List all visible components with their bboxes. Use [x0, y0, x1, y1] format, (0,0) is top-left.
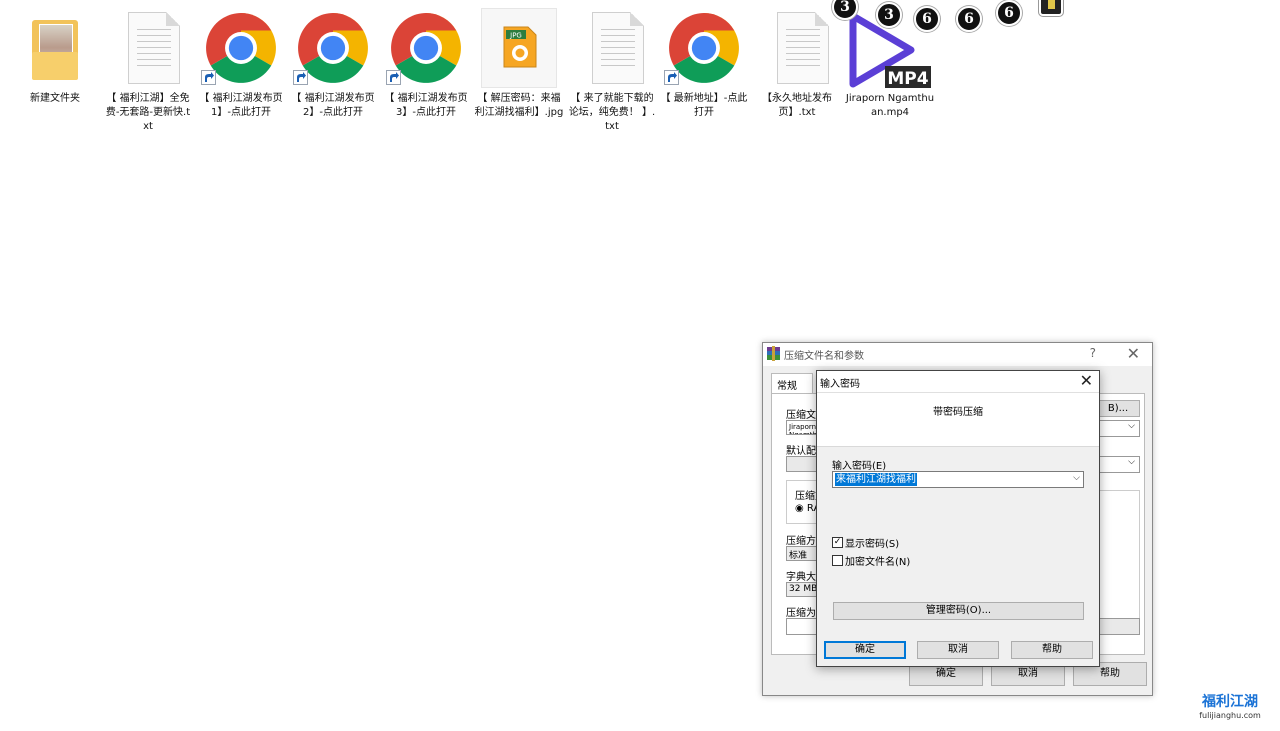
split-volume-label: 压缩为	[786, 608, 816, 619]
chrome-icon	[293, 8, 373, 92]
desktop-icon-txt-1[interactable]: 【 福利江湖】全免费-无套路-更新快.txt	[101, 8, 195, 134]
number-disc-icon: 6	[914, 6, 940, 32]
help-icon[interactable]: ?	[1090, 346, 1096, 360]
enter-password-dialog: 输入密码 ✕ 带密码压缩 输入密码(E) 来福利江湖找福利 ⌵ ✓ 显示密码(S…	[816, 370, 1100, 667]
desktop-icon-chrome-3[interactable]: 【 福利江湖发布页3】-点此打开	[379, 8, 473, 120]
mp4-badge: MP4	[887, 69, 928, 89]
browse-button[interactable]: B)...	[1096, 400, 1140, 417]
number-disc-icon: 6	[996, 0, 1022, 26]
manage-passwords-button[interactable]: 管理密码(O)...	[833, 602, 1084, 620]
icon-label: 新建文件夹	[30, 93, 80, 104]
encrypt-filenames-checkbox[interactable]: 加密文件名(N)	[832, 553, 910, 568]
set-password-button-bg[interactable]	[1096, 618, 1140, 635]
chrome-icon	[386, 8, 466, 92]
dialog-title: 压缩文件名和参数	[784, 351, 864, 362]
disc-player-icon	[1039, 0, 1063, 16]
desktop-icon-txt-2[interactable]: 【 来了就能下载的论坛，纯免费！ 】.txt	[565, 8, 659, 134]
icon-label: 【永久地址发布页】.txt	[762, 93, 832, 118]
text-file-icon	[757, 8, 837, 92]
show-password-label: 显示密码(S)	[845, 539, 900, 550]
desktop-icon-new-folder[interactable]: 新建文件夹	[8, 8, 102, 106]
dialog-titlebar: 输入密码 ✕	[817, 371, 1099, 393]
update-mode-dropdown[interactable]: ⌵	[1096, 456, 1140, 473]
desktop-icon-jpg[interactable]: JPG 【 解压密码：来福利江湖找福利】.jpg	[472, 8, 566, 120]
icon-label: 【 解压密码：来福利江湖找福利】.jpg	[474, 93, 564, 118]
dialog-titlebar: 压缩文件名和参数 ? ✕	[763, 343, 1152, 366]
password-value: 来福利江湖找福利	[835, 473, 917, 486]
archive-name-label: 压缩文	[786, 410, 816, 421]
chrome-icon	[201, 8, 281, 92]
ok-button[interactable]: 确定	[824, 641, 906, 659]
dialog-header: 带密码压缩	[817, 393, 1099, 447]
options-group	[1096, 490, 1140, 622]
number-disc-icon: 3	[876, 2, 902, 28]
checkbox-checked-icon: ✓	[832, 537, 843, 548]
help-button[interactable]: 帮助	[1011, 641, 1093, 659]
default-profile-label: 默认配	[786, 446, 816, 457]
icon-label: 【 最新地址】-点此打开	[660, 93, 748, 118]
image-file-icon: JPG	[479, 8, 559, 92]
winrar-icon	[767, 346, 780, 361]
folder-icon	[15, 8, 95, 92]
dialog-title: 输入密码	[820, 379, 860, 390]
text-file-icon	[108, 8, 188, 92]
desktop-icon-txt-3[interactable]: 【永久地址发布页】.txt	[750, 8, 844, 120]
icon-label: 【 福利江湖】全免费-无套路-更新快.txt	[105, 93, 191, 132]
encrypt-filenames-label: 加密文件名(N)	[845, 557, 911, 568]
desktop-icon-chrome-1[interactable]: 【 福利江湖发布页1】-点此打开	[194, 8, 288, 120]
shortcut-arrow-icon	[201, 70, 216, 85]
icon-label: 【 福利江湖发布页2】-点此打开	[291, 93, 375, 118]
show-password-checkbox[interactable]: ✓ 显示密码(S)	[832, 535, 899, 550]
checkbox-unchecked-icon	[832, 555, 843, 566]
icon-label: Jiraporn Ngamthuan.mp4	[845, 93, 935, 118]
password-input[interactable]: 来福利江湖找福利 ⌵	[832, 471, 1084, 488]
watermark-main: 福利江湖	[1202, 694, 1258, 710]
chrome-icon	[664, 8, 744, 92]
icon-label: 【 福利江湖发布页3】-点此打开	[384, 93, 468, 118]
shortcut-arrow-icon	[386, 70, 401, 85]
chevron-down-icon[interactable]: ⌵	[1073, 473, 1080, 483]
icon-label: 【 来了就能下载的论坛，纯免费！ 】.txt	[568, 93, 656, 132]
jpg-badge: JPG	[509, 32, 522, 40]
number-disc-icon: 6	[956, 6, 982, 32]
desktop-icon-chrome-2[interactable]: 【 福利江湖发布页2】-点此打开	[286, 8, 380, 120]
shortcut-arrow-icon	[293, 70, 308, 85]
password-label: 输入密码(E)	[832, 461, 887, 472]
watermark-sub: fulijianghu.com	[1199, 711, 1261, 720]
dialog-heading: 带密码压缩	[933, 407, 983, 418]
dictionary-size-label: 字典大	[786, 572, 816, 583]
watermark-logo: 福利江湖 fulijianghu.com	[1190, 691, 1270, 723]
close-icon[interactable]: ✕	[1080, 371, 1093, 390]
icon-label: 【 福利江湖发布页1】-点此打开	[199, 93, 283, 118]
close-icon[interactable]: ✕	[1127, 344, 1140, 363]
shortcut-arrow-icon	[664, 70, 679, 85]
archive-name-dropdown[interactable]: ⌵	[1096, 420, 1140, 437]
cancel-button[interactable]: 取消	[917, 641, 999, 659]
compression-method-label: 压缩方	[786, 536, 816, 547]
desktop-icon-chrome-4[interactable]: 【 最新地址】-点此打开	[657, 8, 751, 120]
text-file-icon	[572, 8, 652, 92]
tab-general[interactable]: 常规	[771, 373, 813, 393]
